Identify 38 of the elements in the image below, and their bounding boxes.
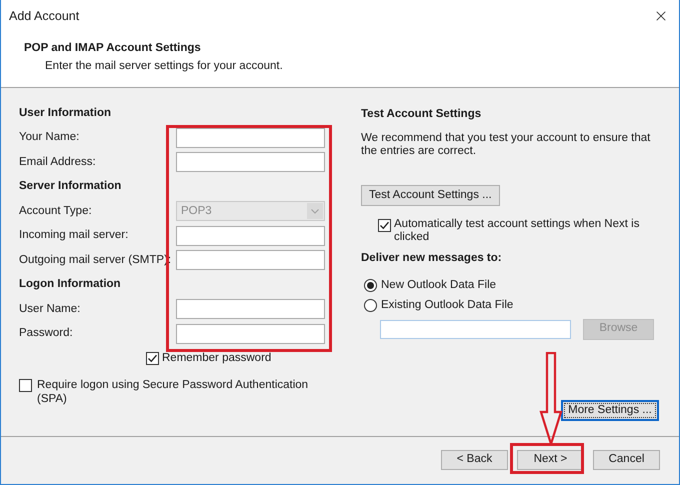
checkbox[interactable] bbox=[19, 379, 32, 392]
field-label: Incoming mail server: bbox=[19, 228, 130, 244]
section-heading: Logon Information bbox=[19, 277, 121, 292]
text-field[interactable] bbox=[176, 250, 325, 270]
dialog-heading: POP and IMAP Account Settings bbox=[24, 41, 201, 56]
field-label: Account Type: bbox=[19, 204, 93, 219]
checkbox-label: Automatically test account settings when Next is clicked bbox=[394, 218, 640, 244]
more-settings-button[interactable]: More Settings ... bbox=[561, 400, 659, 420]
description-text: We recommend that you test your account to ensure that the entries are correct. bbox=[361, 132, 652, 158]
text-field[interactable] bbox=[176, 128, 325, 148]
radio-label: New Outlook Data File bbox=[381, 278, 496, 293]
radio-button[interactable] bbox=[364, 279, 377, 292]
text-field[interactable] bbox=[176, 152, 325, 172]
dialog-button[interactable]: Next > bbox=[517, 450, 584, 470]
checkbox[interactable] bbox=[146, 352, 159, 365]
text-field[interactable] bbox=[176, 324, 325, 344]
text-field[interactable] bbox=[176, 299, 325, 320]
dialog-button[interactable]: < Back bbox=[441, 450, 508, 470]
section-heading: Server Information bbox=[19, 179, 122, 194]
field-label: Email Address: bbox=[19, 154, 97, 170]
data-file-field[interactable] bbox=[380, 320, 571, 338]
checkbox-label: Remember password bbox=[162, 350, 272, 366]
window-title: Add Account bbox=[9, 8, 80, 25]
field-label: Password: bbox=[19, 326, 74, 342]
checkbox-label: Require logon using Secure Password Authentication (SPA) bbox=[37, 378, 310, 406]
section-label: Deliver new messages to: bbox=[361, 251, 502, 266]
field-label: Your Name: bbox=[19, 130, 80, 146]
chevron-icon bbox=[307, 203, 323, 220]
checkbox[interactable] bbox=[378, 219, 391, 232]
radio-label: Existing Outlook Data File bbox=[381, 298, 514, 313]
section-heading: Test Account Settings bbox=[361, 107, 482, 122]
text-field[interactable] bbox=[176, 226, 325, 246]
dialog-button[interactable]: Cancel bbox=[593, 450, 660, 470]
dialog-subtitle: Enter the mail server settings for your account. bbox=[45, 59, 283, 74]
radio-button[interactable] bbox=[364, 299, 377, 312]
section-heading: User Information bbox=[19, 106, 112, 121]
test-account-settings-button[interactable]: Test Account Settings ... bbox=[361, 185, 500, 206]
field-label: User Name: bbox=[19, 302, 82, 317]
